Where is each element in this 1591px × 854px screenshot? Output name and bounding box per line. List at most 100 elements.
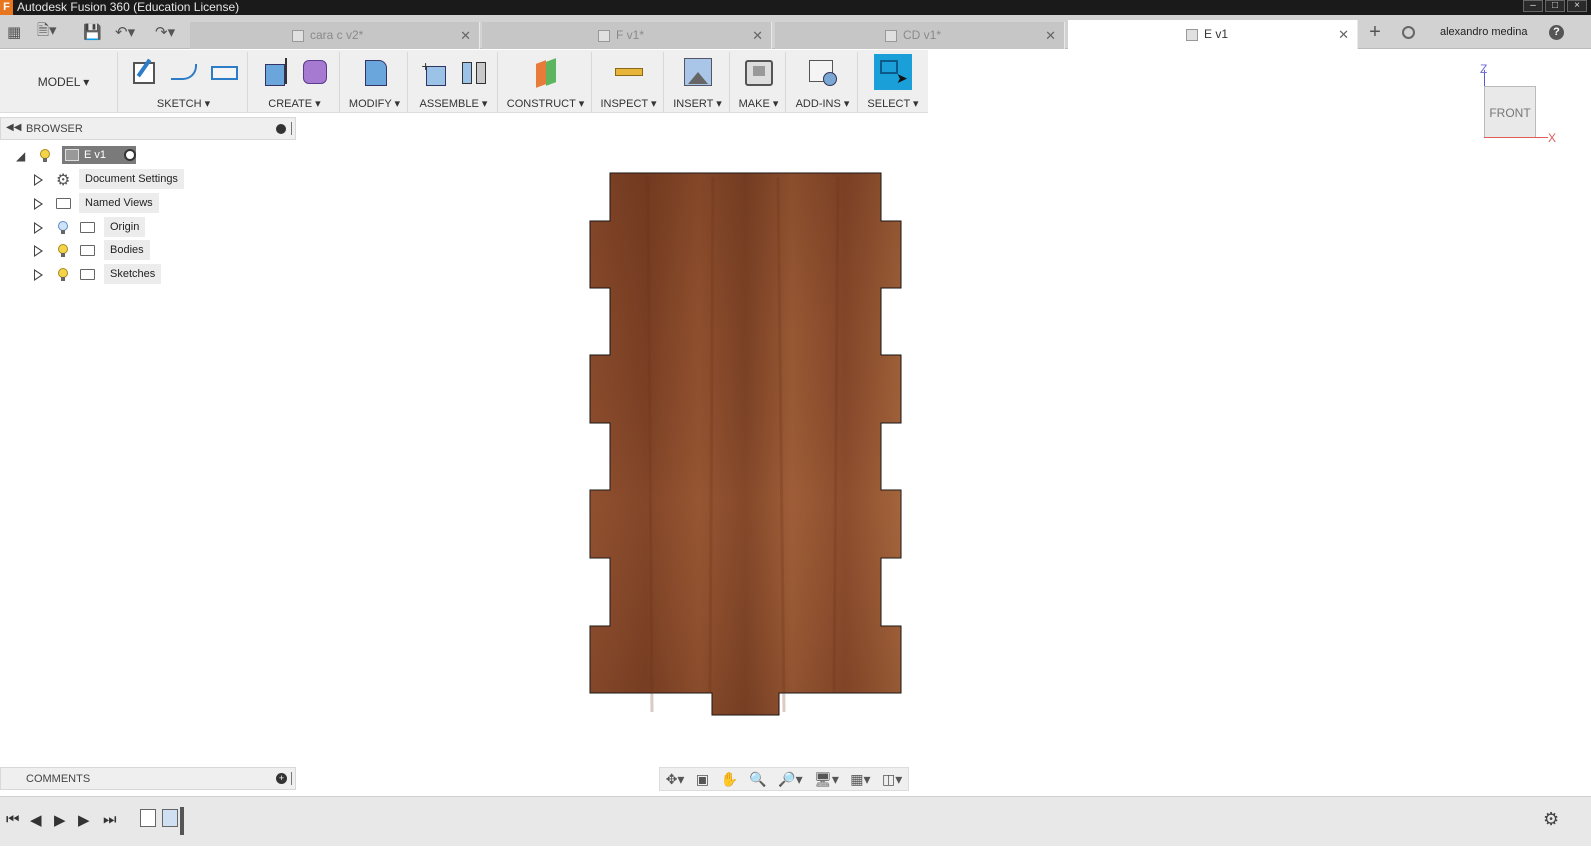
collapse-browser-icon[interactable]: ◀◀ <box>6 122 21 133</box>
go-to-start-icon[interactable]: ⏮ <box>6 811 20 828</box>
construct-menu[interactable]: CONSTRUCT ▾ <box>500 97 591 110</box>
go-to-end-icon[interactable]: ⏭ <box>103 811 117 828</box>
grid-settings-icon[interactable]: ▦▾ <box>850 771 870 788</box>
look-at-icon[interactable]: ▣ <box>696 771 709 788</box>
browser-header[interactable]: ◀◀ BROWSER <box>0 117 296 140</box>
joint-icon[interactable] <box>458 56 490 88</box>
new-component-icon[interactable]: + <box>418 56 450 88</box>
wood-panel-body[interactable] <box>588 172 904 718</box>
sketch-menu[interactable]: SKETCH ▾ <box>120 97 247 110</box>
press-pull-icon[interactable] <box>359 56 391 88</box>
form-icon[interactable] <box>299 56 331 88</box>
workspace-switcher[interactable]: MODEL ▾ <box>10 52 118 112</box>
extrude-icon[interactable] <box>259 56 291 88</box>
insert-menu[interactable]: INSERT ▾ <box>666 97 729 110</box>
collapse-triangle-icon[interactable]: ◢ <box>16 149 25 163</box>
select-group[interactable]: ➤ SELECT ▾ <box>860 52 926 112</box>
expand-icon[interactable] <box>34 174 43 186</box>
browser-item-sketches[interactable]: Sketches <box>34 264 194 286</box>
zoom-icon[interactable]: 🔍 <box>749 771 766 788</box>
tab-f[interactable]: F v1* ✕ <box>482 22 772 49</box>
measure-icon[interactable] <box>613 56 645 88</box>
tab-cara-c[interactable]: cara c v2* ✕ <box>190 22 480 49</box>
job-status-icon[interactable] <box>1402 26 1415 39</box>
tab-cd[interactable]: CD v1* ✕ <box>775 22 1065 49</box>
browser-item-named-views[interactable]: Named Views <box>34 193 194 215</box>
zoom-window-icon[interactable]: 🔎▾ <box>778 771 802 788</box>
display-settings-icon[interactable]: 🖥▾ <box>814 771 839 788</box>
orbit-icon[interactable]: ✥▾ <box>666 771 685 788</box>
browser-root[interactable]: ◢ E v1 <box>16 145 156 167</box>
new-tab-button[interactable]: + <box>1363 15 1387 49</box>
assemble-menu[interactable]: ASSEMBLE ▾ <box>410 97 497 110</box>
tree-item-label[interactable]: Named Views <box>79 193 159 213</box>
visibility-bulb-icon[interactable] <box>58 221 68 234</box>
add-comment-icon[interactable]: + <box>276 773 287 784</box>
scripts-icon[interactable] <box>807 56 839 88</box>
browser-item-bodies[interactable]: Bodies <box>34 240 194 262</box>
play-icon[interactable]: ▶ <box>54 811 66 829</box>
addins-menu[interactable]: ADD-INS ▾ <box>788 97 857 110</box>
pan-hand-icon[interactable]: ✋ <box>721 771 738 788</box>
3d-print-icon[interactable] <box>743 56 775 88</box>
addins-group[interactable]: ADD-INS ▾ <box>788 52 858 112</box>
expand-icon[interactable] <box>34 245 43 257</box>
redo-icon[interactable]: ↷▾ <box>155 23 175 41</box>
save-icon[interactable]: 💾 <box>83 23 102 41</box>
grid-icon[interactable]: ▦ <box>7 23 21 41</box>
pin-panel-icon[interactable] <box>291 772 294 785</box>
offset-plane-icon[interactable] <box>530 56 562 88</box>
visibility-bulb-icon[interactable] <box>58 244 68 257</box>
create-group[interactable]: CREATE ▾ <box>250 52 340 112</box>
expand-icon[interactable] <box>34 269 43 281</box>
select-icon[interactable]: ➤ <box>874 54 912 90</box>
tree-item-label[interactable]: Origin <box>104 217 146 237</box>
insert-group[interactable]: INSERT ▾ <box>666 52 730 112</box>
user-name[interactable]: alexandro medina <box>1440 15 1527 49</box>
view-cube[interactable]: Z FRONT X <box>1470 60 1560 150</box>
step-back-icon[interactable]: ◀ <box>30 811 42 829</box>
create-menu[interactable]: CREATE ▾ <box>250 97 339 110</box>
line-icon[interactable] <box>168 56 200 88</box>
tree-item-label[interactable]: Document Settings <box>79 169 184 189</box>
viewports-icon[interactable]: ◫▾ <box>882 771 902 788</box>
select-menu[interactable]: SELECT ▾ <box>860 97 926 110</box>
step-forward-icon[interactable]: ▶ <box>78 811 90 829</box>
make-group[interactable]: MAKE ▾ <box>732 52 786 112</box>
pin-panel-icon[interactable] <box>291 122 294 135</box>
timeline-settings-icon[interactable]: ⚙ <box>1543 809 1559 830</box>
file-icon[interactable]: 🗎▾ <box>37 20 57 45</box>
tree-item-label[interactable]: Bodies <box>104 240 150 260</box>
insert-image-icon[interactable] <box>682 56 714 88</box>
visibility-bulb-icon[interactable] <box>40 149 50 162</box>
rectangle-icon[interactable] <box>208 56 240 88</box>
visibility-bulb-icon[interactable] <box>58 268 68 281</box>
view-cube-front-face[interactable]: FRONT <box>1484 86 1536 138</box>
close-tab-icon[interactable]: ✕ <box>752 22 763 49</box>
expand-icon[interactable] <box>34 198 43 210</box>
minimize-panel-icon[interactable] <box>276 124 286 134</box>
make-menu[interactable]: MAKE ▾ <box>732 97 785 110</box>
minimize-icon[interactable]: – <box>1523 0 1543 12</box>
close-tab-icon[interactable]: ✕ <box>460 22 471 49</box>
modify-menu[interactable]: MODIFY ▾ <box>342 97 407 110</box>
expand-icon[interactable] <box>34 222 43 234</box>
help-icon[interactable]: ? <box>1549 25 1564 40</box>
browser-item-origin[interactable]: Origin <box>34 217 194 239</box>
modify-group[interactable]: MODIFY ▾ <box>342 52 408 112</box>
inspect-group[interactable]: INSPECT ▾ <box>594 52 664 112</box>
activate-radio-icon[interactable] <box>124 149 136 161</box>
close-tab-icon[interactable]: ✕ <box>1045 22 1056 49</box>
timeline-sketch-icon[interactable] <box>140 809 156 827</box>
tree-item-label[interactable]: Sketches <box>104 264 162 284</box>
tab-e[interactable]: E v1 ✕ <box>1068 20 1358 49</box>
assemble-group[interactable]: + ASSEMBLE ▾ <box>410 52 498 112</box>
comments-panel[interactable]: COMMENTS + <box>0 767 296 790</box>
maximize-icon[interactable]: □ <box>1545 0 1565 12</box>
construct-group[interactable]: CONSTRUCT ▾ <box>500 52 592 112</box>
browser-item-document-settings[interactable]: ⚙ Document Settings <box>34 169 194 191</box>
timeline-marker[interactable] <box>180 807 184 835</box>
sketch-group[interactable]: SKETCH ▾ <box>120 52 248 112</box>
undo-icon[interactable]: ↶▾ <box>115 23 135 41</box>
close-tab-icon[interactable]: ✕ <box>1338 20 1349 49</box>
